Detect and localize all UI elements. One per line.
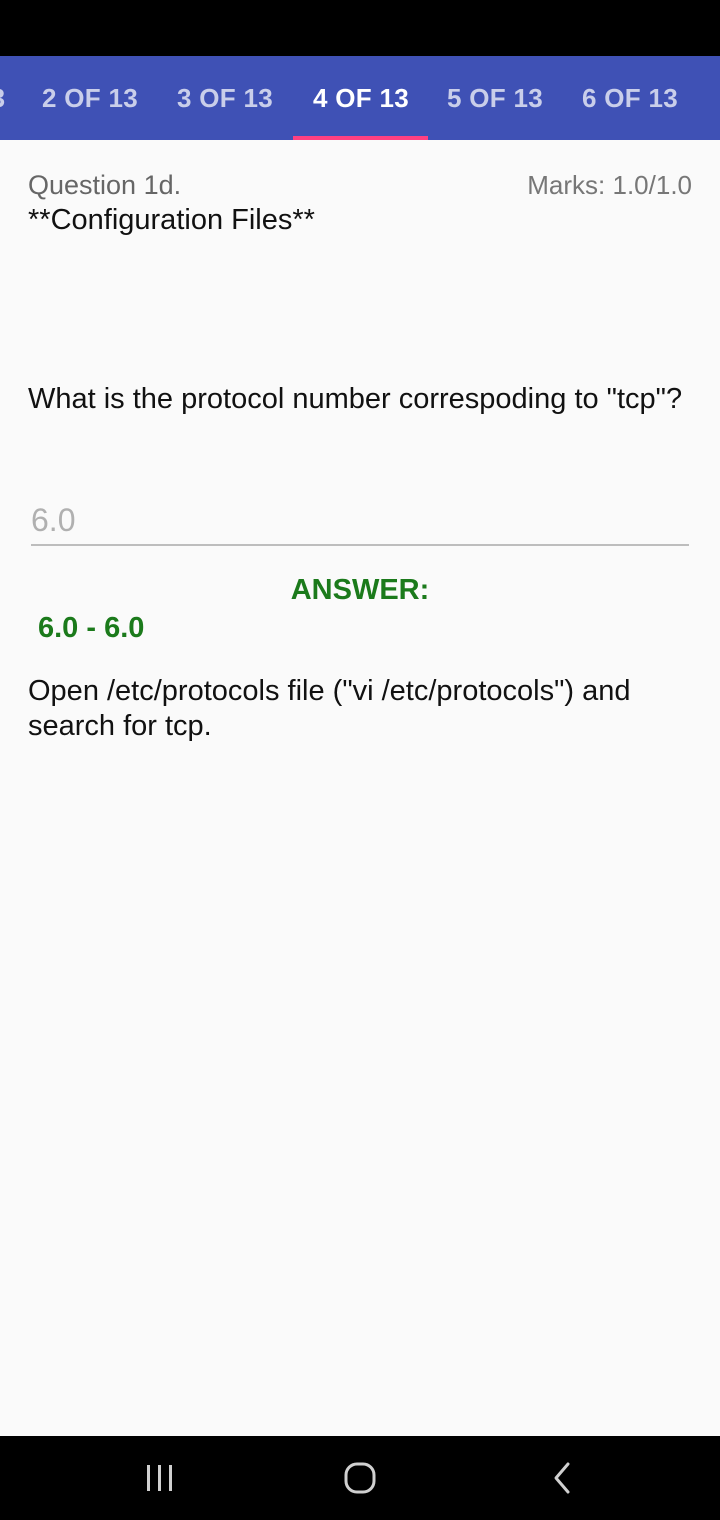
question-number: Question 1d. — [28, 170, 182, 200]
tab-6-of-13[interactable]: 6 OF 13 — [564, 56, 696, 140]
tab-5-of-13[interactable]: 5 OF 13 — [429, 56, 561, 140]
question-tab-bar: 3 2 OF 13 3 OF 13 4 OF 13 5 OF 13 6 OF 1… — [0, 56, 720, 140]
system-nav-bar — [0, 1436, 720, 1520]
tab-prev-partial[interactable]: 3 — [0, 56, 6, 140]
tab-label: 5 OF 13 — [446, 82, 544, 113]
back-icon[interactable] — [542, 1458, 582, 1498]
question-title: **Configuration Files** — [28, 204, 315, 236]
answer-range: 6.0 - 6.0 — [38, 612, 145, 644]
tab-3-of-13[interactable]: 3 OF 13 — [159, 56, 291, 140]
question-header: Question 1d. Marks: 1.0/1.0 — [28, 170, 692, 204]
home-icon[interactable] — [340, 1458, 380, 1498]
tab-label: 4 OF 13 — [312, 82, 410, 113]
tab-2-of-13[interactable]: 2 OF 13 — [24, 56, 156, 140]
question-text: What is the protocol number correspoding… — [28, 383, 683, 415]
question-marks: Marks: 1.0/1.0 — [527, 170, 692, 200]
answer-label: ANSWER: — [290, 574, 430, 606]
recent-apps-icon[interactable] — [140, 1458, 180, 1498]
tab-label: 6 OF 13 — [581, 82, 679, 113]
tab-label: 3 OF 13 — [176, 82, 274, 113]
question-content: Question 1d. Marks: 1.0/1.0 **Configurat… — [0, 140, 720, 1436]
tab-4-of-13[interactable]: 4 OF 13 — [294, 56, 428, 140]
tab-label: 2 OF 13 — [41, 82, 139, 113]
status-bar — [0, 0, 720, 56]
tab-prev-partial-label: 3 — [0, 83, 5, 114]
answer-explanation: Open /etc/protocols file ("vi /etc/proto… — [28, 675, 631, 742]
answer-input[interactable] — [31, 496, 689, 546]
